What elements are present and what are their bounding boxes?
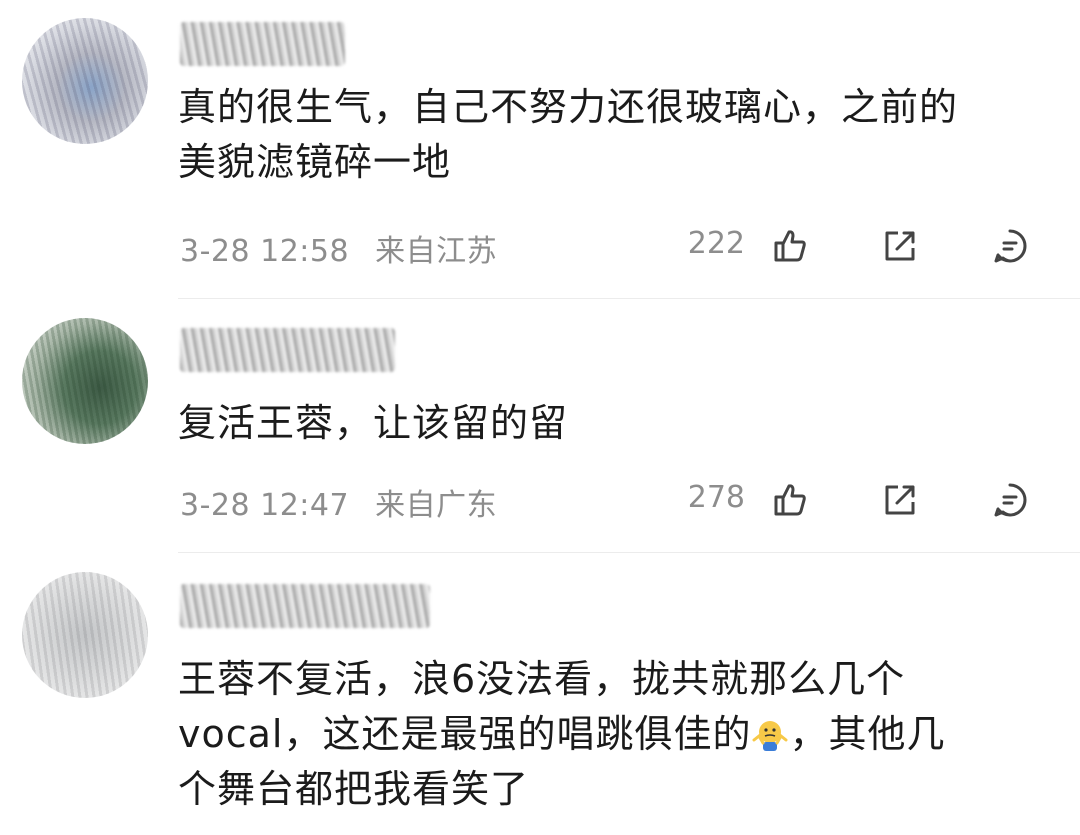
username-blurred[interactable]: [180, 328, 395, 372]
comment-location: 来自广东: [375, 488, 498, 523]
comment-meta: 3-28 12:47 来自广东: [180, 480, 497, 524]
comment-icon[interactable]: [990, 226, 1030, 266]
user-avatar-icon[interactable]: [22, 18, 148, 144]
comment-text: 王蓉不复活，浪6没法看，拢共就那么几个 vocal，这还是最强的唱跳俱佳的 ，其…: [178, 652, 1048, 817]
username-blurred[interactable]: [180, 584, 430, 628]
comment-location: 来自江苏: [375, 234, 498, 269]
thumbs-up-icon[interactable]: [770, 226, 810, 266]
share-icon[interactable]: [880, 226, 920, 266]
divider: [178, 552, 1080, 553]
like-count: 278: [687, 480, 745, 515]
like-count: 222: [687, 226, 745, 261]
comment-meta: 3-28 12:58 来自江苏: [180, 226, 497, 270]
user-avatar-icon[interactable]: [22, 318, 148, 444]
user-avatar-icon[interactable]: [22, 572, 148, 698]
comment-text: 真的很生气，自己不努力还很玻璃心，之前的 美貌滤镜碎一地: [178, 85, 959, 184]
divider: [178, 298, 1080, 299]
comment-icon[interactable]: [990, 480, 1030, 520]
thumbs-up-icon[interactable]: [770, 480, 810, 520]
comment-text: 复活王蓉，让该留的留: [178, 401, 569, 445]
shrug-emoji-icon: [751, 713, 789, 751]
comment-time: 3-28 12:47: [180, 488, 350, 523]
username-blurred[interactable]: [180, 22, 345, 66]
share-icon[interactable]: [880, 480, 920, 520]
comment-time: 3-28 12:58: [180, 234, 350, 269]
